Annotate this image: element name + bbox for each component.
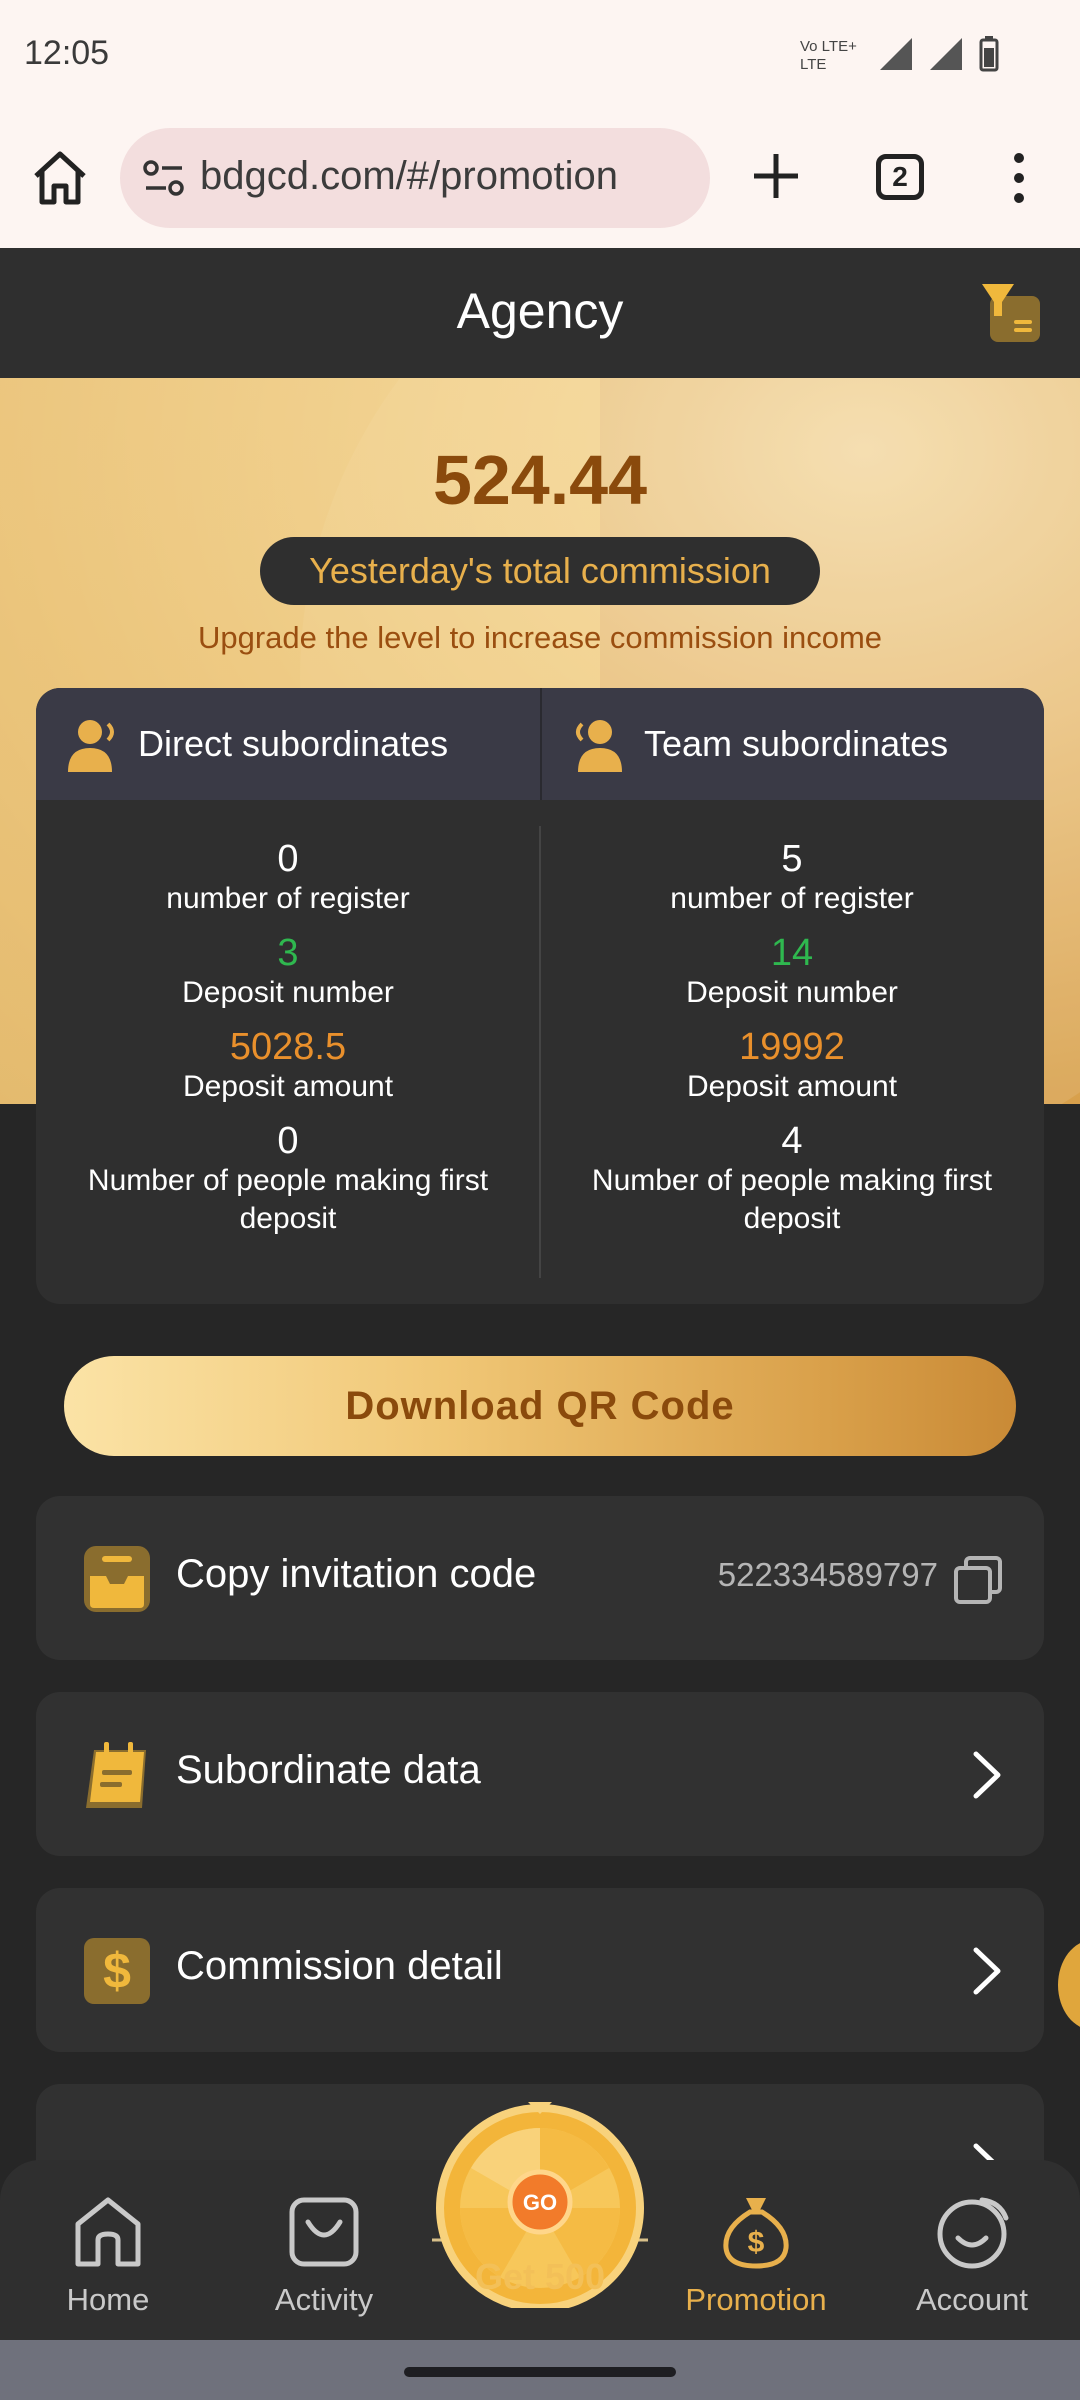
direct-subordinates-title: Direct subordinates [138,723,449,764]
nav-home[interactable]: Home [28,2192,188,2318]
team-subordinates-title: Team subordinates [644,723,949,764]
commission-value: 524.44 [432,441,648,519]
copy-invitation-code-row[interactable]: Copy invitation code 522334589797 [36,1496,1044,1660]
wheel-go-text: GO [523,2190,557,2215]
team-register-count: 5 [781,838,803,880]
signal-icon [880,38,912,70]
nav-promotion-label: Promotion [685,2282,827,2317]
direct-subordinates-header: Direct subordinates [60,688,448,800]
home-icon [75,2197,141,2267]
filter-icon[interactable] [980,282,1042,344]
nav-activity-label: Activity [274,2282,374,2317]
commission-detail-label: Commission detail [176,1944,503,1988]
status-time: 12:05 [24,34,110,72]
new-tab-icon[interactable] [748,148,804,204]
commission-label: Yesterday's total commission [260,537,820,605]
battery-icon [979,36,999,72]
direct-register-label: number of register [166,882,410,915]
nav-activity[interactable]: Activity [244,2192,404,2318]
nav-account-label: Account [915,2282,1028,2317]
inbox-icon [84,1546,150,1612]
status-icons: Vo LTE+ LTE [800,34,1000,74]
account-icon [937,2197,1009,2269]
app-header: Agency [0,248,1080,378]
url-text[interactable]: bdgcd.com/#/promotion [200,154,618,199]
team-deposit-amount: 19992 [739,1026,845,1068]
subordinates-card: Direct subordinates Team subordinates 0 … [36,688,1044,1304]
floating-service-button[interactable] [1058,1940,1080,2030]
direct-first-deposit-label: Number of people making first deposit [87,1164,489,1235]
svg-text:$: $ [748,2226,765,2259]
address-bar[interactable]: bdgcd.com/#/promotion [120,128,710,228]
gesture-handle[interactable] [404,2367,676,2377]
nav-account[interactable]: Account [892,2192,1052,2318]
page-title: Agency [456,283,624,339]
team-deposit-number: 14 [770,932,814,974]
signal-icon [930,38,962,70]
nav-home-label: Home [66,2282,150,2317]
more-menu-icon[interactable] [1004,148,1034,208]
direct-register-count: 0 [277,838,299,880]
site-settings-icon[interactable] [142,158,186,198]
tab-switcher-button[interactable]: 2 [876,154,924,200]
wheel-label[interactable]: Get 500 [432,2256,648,2298]
subordinate-data-row[interactable]: Subordinate data [36,1692,1044,1856]
invitation-code-value: 522334589797 [717,1556,938,1593]
direct-deposit-number: 3 [277,932,299,974]
direct-stats: 0 number of register 3 Deposit number 50… [36,838,540,1252]
svg-text:$: $ [103,1943,131,1999]
shopping-bag-icon [289,2197,359,2267]
commission-detail-row[interactable]: $ Commission detail [36,1888,1044,2052]
copy-icon[interactable] [952,1554,1004,1606]
team-deposit-amount-label: Deposit amount [686,1070,898,1103]
person-icon [68,720,114,772]
download-qr-button[interactable]: Download QR Code [64,1356,1016,1456]
upgrade-hint: Upgrade the level to increase commission… [197,620,883,655]
money-bag-icon: $ [723,2198,789,2269]
status-bar: 12:05 Vo LTE+ LTE [0,0,1080,108]
browser-toolbar: bdgcd.com/#/promotion 2 [0,108,1080,248]
direct-deposit-amount: 5028.5 [229,1026,347,1068]
subordinates-header: Direct subordinates Team subordinates [36,688,1044,800]
chevron-right-icon [973,1751,1001,1799]
nav-promotion[interactable]: $ Promotion [676,2192,836,2318]
home-icon[interactable] [30,148,90,208]
copy-invitation-code-label: Copy invitation code [176,1552,537,1596]
direct-deposit-number-label: Deposit number [182,976,394,1009]
svg-text:Vo LTE+: Vo LTE+ [800,38,857,55]
team-register-label: number of register [670,882,914,915]
team-subordinates-header: Team subordinates [566,688,948,800]
team-icon [576,720,622,772]
team-first-deposit-label: Number of people making first deposit [591,1164,993,1235]
chevron-right-icon [973,1947,1001,1995]
volte-icon: Vo LTE+ LTE [800,38,857,73]
calendar-icon [86,1742,146,1808]
direct-deposit-amount-label: Deposit amount [182,1070,394,1103]
team-stats: 5 number of register 14 Deposit number 1… [540,838,1044,1252]
svg-text:LTE: LTE [800,56,826,73]
direct-first-deposit: 0 [277,1120,299,1162]
team-deposit-number-label: Deposit number [686,976,898,1009]
team-first-deposit: 4 [781,1120,803,1162]
dollar-icon: $ [84,1938,150,2004]
subordinate-data-label: Subordinate data [176,1748,481,1792]
